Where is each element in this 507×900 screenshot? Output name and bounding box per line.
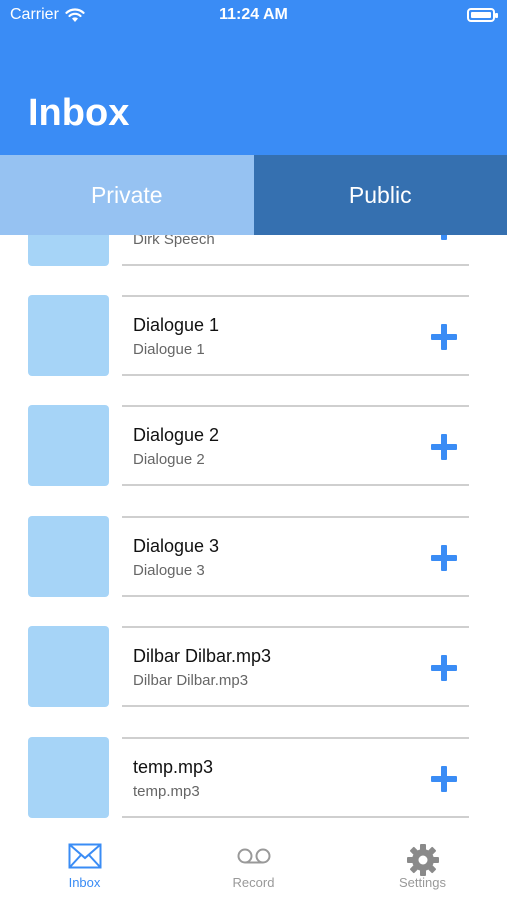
- item-thumbnail: [28, 516, 109, 597]
- item-subtitle: Dilbar Dilbar.mp3: [133, 672, 249, 689]
- plus-icon[interactable]: [431, 545, 457, 571]
- tab-private[interactable]: Private: [0, 155, 254, 235]
- list-item[interactable]: Dialogue 3 Dialogue 3: [0, 516, 507, 598]
- envelope-icon: [68, 843, 101, 869]
- item-thumbnail: [28, 626, 109, 707]
- voicemail-icon: [237, 848, 270, 864]
- list-item[interactable]: Dialogue 1 Dialogue 1: [0, 295, 507, 377]
- tab-public-label: Public: [348, 181, 412, 208]
- list-item[interactable]: Dialogue 2 Dialogue 2: [0, 405, 507, 487]
- item-title: Dialogue 2: [133, 425, 220, 445]
- status-time: 11:24 AM: [219, 6, 288, 23]
- nav-header: Carrier 11:24 AM Inbox: [0, 0, 507, 155]
- item-thumbnail: [28, 295, 109, 376]
- recordings-list[interactable]: Dirk Speech Dialogue 1 Dialogue 1 Dialog…: [0, 235, 507, 823]
- list-item[interactable]: Dilbar Dilbar.mp3 Dilbar Dilbar.mp3: [0, 626, 507, 708]
- tab-public[interactable]: Public: [253, 155, 507, 235]
- tabbar-label-settings: Settings: [399, 875, 446, 890]
- item-thumbnail: [28, 737, 109, 818]
- item-title: Dilbar Dilbar.mp3: [133, 646, 272, 666]
- item-cell[interactable]: Dialogue 3 Dialogue 3: [122, 516, 469, 597]
- item-cell[interactable]: Dirk Speech: [122, 235, 469, 266]
- plus-icon[interactable]: [431, 766, 457, 792]
- tabbar-item-settings[interactable]: Settings: [338, 823, 507, 900]
- item-title: Dialogue 1: [133, 315, 220, 335]
- tabbar-label-record: Record: [232, 875, 275, 890]
- page-title: Inbox: [28, 92, 130, 134]
- segment-control: Private Public: [0, 155, 507, 235]
- item-cell[interactable]: Dialogue 2 Dialogue 2: [122, 405, 469, 486]
- gear-icon: [406, 844, 439, 876]
- item-thumbnail: [28, 405, 109, 486]
- item-cell[interactable]: Dialogue 1 Dialogue 1: [122, 295, 469, 376]
- plus-icon[interactable]: [431, 324, 457, 350]
- battery-icon: [467, 8, 498, 22]
- tab-bar: Inbox Record Settings: [0, 823, 507, 900]
- tabbar-item-inbox[interactable]: Inbox: [0, 823, 169, 900]
- list-item[interactable]: Dirk Speech: [0, 235, 507, 267]
- item-subtitle: Dirk Speech: [133, 235, 215, 248]
- item-thumbnail: [28, 235, 109, 266]
- item-title: Dialogue 3: [133, 536, 220, 556]
- item-subtitle: Dialogue 2: [133, 451, 205, 468]
- item-title: temp.mp3: [133, 757, 214, 777]
- tabbar-item-record[interactable]: Record: [169, 823, 338, 900]
- plus-icon[interactable]: [431, 235, 457, 240]
- item-cell[interactable]: temp.mp3 temp.mp3: [122, 737, 469, 818]
- tabbar-label-inbox: Inbox: [68, 875, 101, 890]
- tab-private-label: Private: [90, 181, 163, 208]
- item-subtitle: Dialogue 1: [133, 341, 205, 358]
- item-subtitle: temp.mp3: [133, 783, 200, 800]
- list-item[interactable]: temp.mp3 temp.mp3: [0, 737, 507, 819]
- item-subtitle: Dialogue 3: [133, 562, 205, 579]
- item-cell[interactable]: Dilbar Dilbar.mp3 Dilbar Dilbar.mp3: [122, 626, 469, 707]
- status-bar: Carrier 11:24 AM: [0, 0, 507, 32]
- plus-icon[interactable]: [431, 655, 457, 681]
- plus-icon[interactable]: [431, 434, 457, 460]
